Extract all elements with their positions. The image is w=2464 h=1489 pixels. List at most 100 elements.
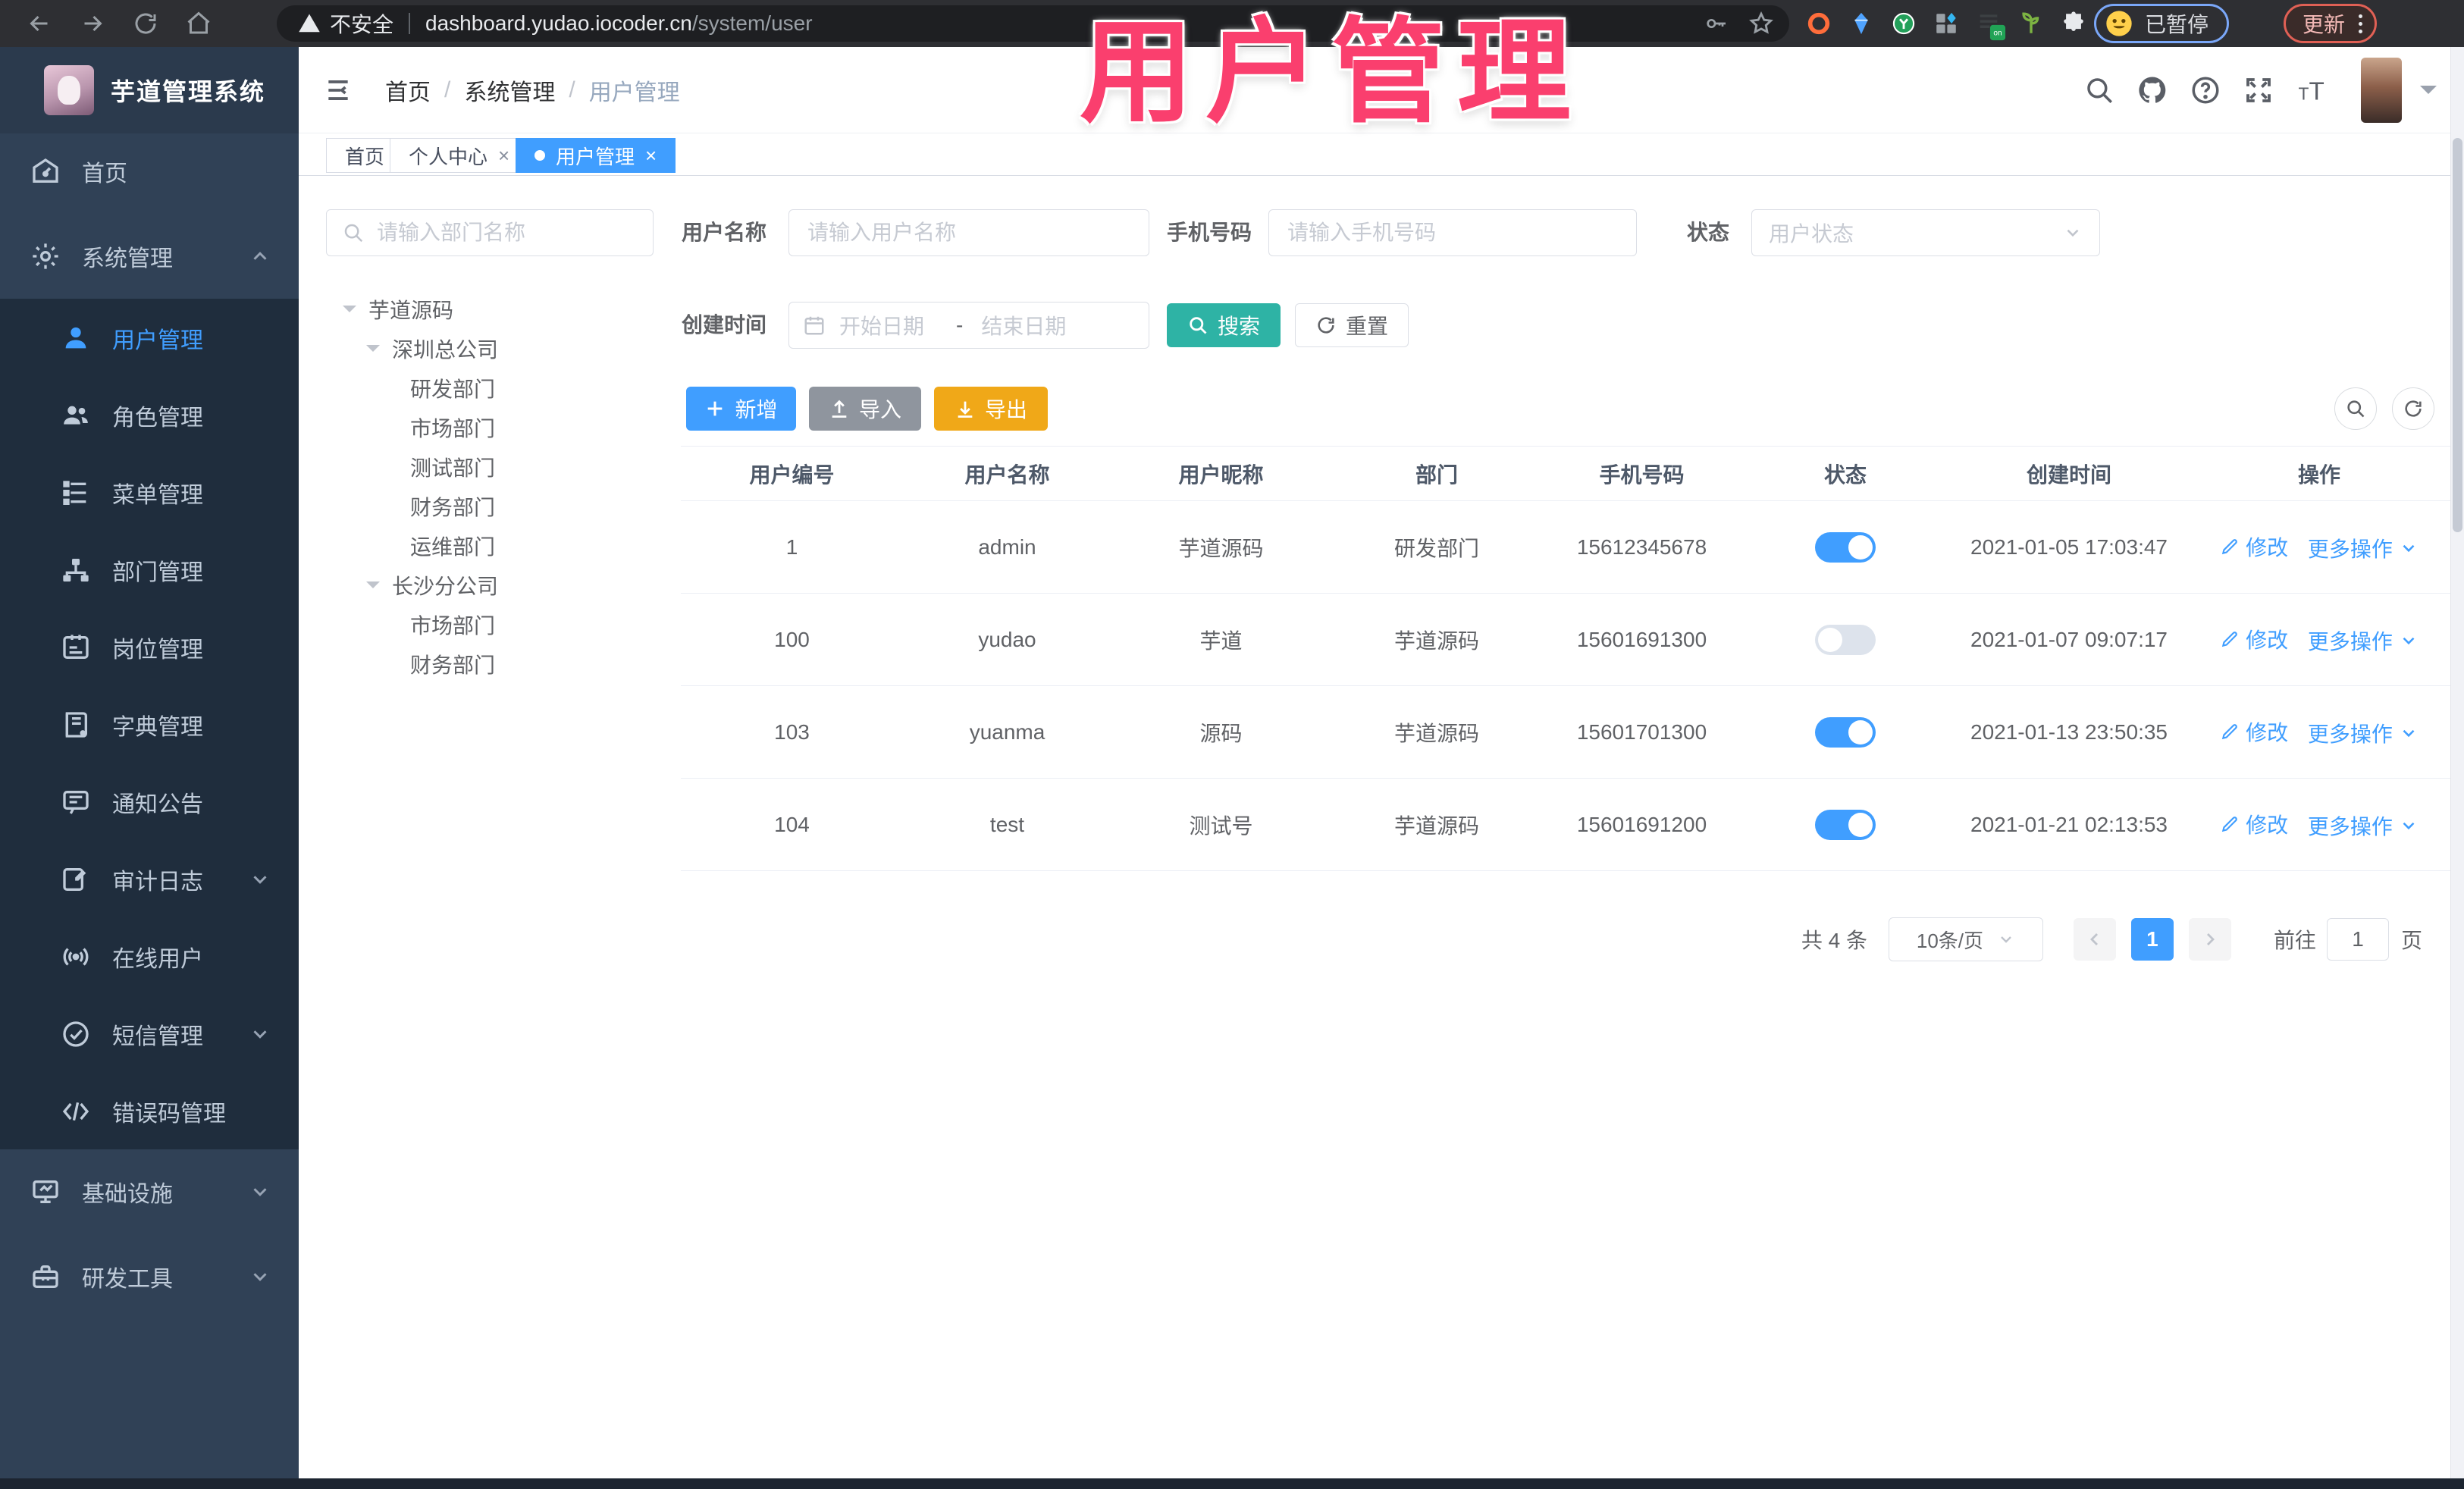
sidebar-item-dev-tools[interactable]: 研发工具 [0,1239,299,1315]
tree-node-dept[interactable]: 研发部门 [326,368,660,408]
goto-page-input[interactable] [2326,918,2389,961]
sidebar-item-label: 用户管理 [112,328,203,353]
tree-node-dept[interactable]: 运维部门 [326,526,660,566]
cell-dept: 芋道源码 [1331,593,1543,686]
user-avatar[interactable] [2361,58,2402,123]
tree-node-label: 芋道源码 [368,299,454,322]
tree-expand-icon[interactable] [366,345,380,359]
sidebar-item-roles[interactable]: 角色管理 [0,378,299,453]
reset-button[interactable]: 重置 [1295,303,1409,347]
table-refresh-button[interactable] [2392,387,2434,430]
status-select[interactable]: 用户状态 [1751,209,2100,256]
audit-log-icon [63,868,86,891]
ext-puzzle-icon[interactable] [2061,11,2086,36]
tree-node-company[interactable]: 深圳总公司 [326,329,660,368]
sidebar-item-posts[interactable]: 岗位管理 [0,610,299,685]
github-icon[interactable] [2136,74,2168,106]
tree-node-dept[interactable]: 测试部门 [326,447,660,487]
tree-node-dept[interactable]: 市场部门 [326,605,660,644]
more-actions-link[interactable]: 更多操作 [2308,625,2419,656]
sidebar-item-users[interactable]: 用户管理 [0,300,299,376]
sidebar-item-menus[interactable]: 菜单管理 [0,455,299,531]
sidebar-collapse-icon[interactable] [323,76,353,105]
help-icon[interactable] [2190,74,2221,106]
chrome-update-button[interactable]: 更新 [2284,4,2378,43]
edit-link[interactable]: 修改 [2220,531,2288,562]
page-number-button[interactable]: 1 [2130,918,2174,961]
import-button[interactable]: 导入 [809,387,921,431]
tab-profile[interactable]: 个人中心 × [390,138,529,173]
scrollbar-thumb[interactable] [2453,138,2462,532]
date-range-picker[interactable]: 开始日期 - 结束日期 [788,302,1149,349]
home-icon[interactable] [185,10,212,37]
tab-user-management[interactable]: 用户管理 × [516,138,676,173]
bookmark-star-icon[interactable] [1748,11,1774,36]
font-size-icon[interactable]: TT [2296,74,2328,106]
sidebar-item-error-codes[interactable]: 错误码管理 [0,1074,299,1149]
sidebar-item-notices[interactable]: 通知公告 [0,764,299,840]
more-actions-link[interactable]: 更多操作 [2308,533,2419,563]
tree-expand-icon[interactable] [366,581,380,595]
pencil-icon [2221,816,2237,832]
dept-search-input[interactable] [377,221,653,245]
forward-icon[interactable] [79,10,106,37]
security-label[interactable]: 不安全 [330,8,393,39]
sidebar-item-online-users[interactable]: 在线用户 [0,919,299,995]
table-search-toggle-button[interactable] [2334,387,2377,430]
ext-green-circle-icon[interactable] [1891,11,1917,36]
search-button[interactable]: 搜索 [1167,303,1281,347]
profile-paused-chip[interactable]: 已暂停 [2094,4,2230,43]
sidebar-item-infrastructure[interactable]: 基础设施 [0,1154,299,1230]
tree-node-root[interactable]: 芋道源码 [326,290,660,329]
sidebar-item-home[interactable]: 首页 [0,133,299,209]
prev-page-button[interactable] [2073,918,2116,961]
fullscreen-icon[interactable] [2243,74,2274,106]
next-page-button[interactable] [2188,918,2231,961]
sidebar-item-system[interactable]: 系统管理 [0,218,299,294]
pagination-bar: 共 4 条 10条/页 1 前往 页 [681,917,2422,961]
status-toggle[interactable] [1815,809,1876,840]
add-button[interactable]: 新增 [686,387,796,431]
ext-sprout-icon[interactable] [2018,11,2044,36]
tree-node-company[interactable]: 长沙分公司 [326,566,660,605]
ext-tabs-on-icon[interactable]: on [1976,11,2006,41]
edit-link[interactable]: 修改 [2220,809,2288,839]
more-actions-link[interactable]: 更多操作 [2308,718,2419,748]
back-icon[interactable] [26,10,53,37]
tree-expand-icon[interactable] [343,306,356,319]
tree-node-dept[interactable]: 财务部门 [326,487,660,526]
svg-text:T: T [2309,77,2324,105]
id-card-icon [63,635,89,659]
page-scrollbar[interactable] [2450,47,2464,1478]
col-user-id: 用户编号 [681,446,903,501]
mobile-input[interactable] [1269,221,1636,245]
export-button[interactable]: 导出 [934,387,1048,431]
edit-link[interactable]: 修改 [2220,716,2288,747]
tree-node-dept[interactable]: 财务部门 [326,644,660,684]
username-input[interactable] [789,221,1149,245]
breadcrumb-home[interactable]: 首页 [385,74,431,107]
sidebar-item-sms[interactable]: 短信管理 [0,996,299,1072]
status-toggle[interactable] [1815,624,1876,655]
ext-grid-icon[interactable] [1933,11,1959,36]
status-toggle[interactable] [1815,531,1876,563]
reload-icon[interactable] [132,10,159,37]
page-size-select[interactable]: 10条/页 [1888,917,2043,961]
ext-gem-icon[interactable] [1848,11,1874,36]
sidebar-item-dict[interactable]: 字典管理 [0,687,299,763]
ext-orange-ring-icon[interactable] [1806,11,1832,36]
tree-node-dept[interactable]: 市场部门 [326,408,660,447]
breadcrumb-separator: / [444,77,451,102]
breadcrumb-section[interactable]: 系统管理 [464,74,555,107]
tab-close-icon[interactable]: × [498,144,509,168]
browser-menu-icon[interactable] [2359,14,2363,33]
tab-close-icon[interactable]: × [645,144,657,168]
sidebar-item-depts[interactable]: 部门管理 [0,532,299,608]
sidebar-item-audit-log[interactable]: 审计日志 [0,842,299,917]
more-actions-link[interactable]: 更多操作 [2308,810,2419,841]
edit-link[interactable]: 修改 [2220,624,2288,654]
password-key-icon[interactable] [1704,11,1729,36]
status-toggle[interactable] [1815,716,1876,748]
search-icon[interactable] [2083,74,2115,106]
avatar-dropdown-icon[interactable] [2420,86,2437,102]
